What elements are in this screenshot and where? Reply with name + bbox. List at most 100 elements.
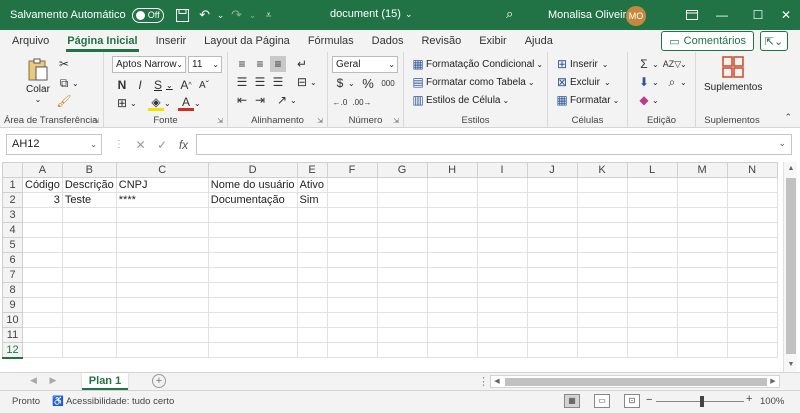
align-top-button[interactable]: ≡ bbox=[234, 56, 250, 72]
orientation-button[interactable]: ↗ ⌄ bbox=[274, 92, 297, 108]
enter-icon[interactable]: ✓ bbox=[157, 138, 167, 152]
expand-formula-icon[interactable]: ⌄ bbox=[778, 138, 786, 149]
cell[interactable] bbox=[726, 207, 778, 223]
cell[interactable] bbox=[61, 297, 117, 313]
cell[interactable] bbox=[61, 267, 117, 283]
cut-button[interactable]: ✂ bbox=[56, 56, 72, 72]
cell[interactable] bbox=[626, 267, 678, 283]
cell[interactable] bbox=[326, 177, 378, 193]
sheet-tab-plan1[interactable]: Plan 1 bbox=[82, 373, 128, 390]
cell[interactable] bbox=[22, 342, 63, 358]
italic-button[interactable]: I bbox=[132, 77, 148, 93]
tab-revisao[interactable]: Revisão bbox=[412, 30, 470, 52]
autosum-button[interactable]: Σ ⌄ bbox=[636, 56, 658, 72]
cell[interactable]: Ativo bbox=[296, 177, 328, 193]
cell[interactable]: CNPJ bbox=[115, 177, 209, 193]
cell[interactable] bbox=[626, 252, 678, 268]
cell[interactable] bbox=[296, 297, 328, 313]
customize-toolbar-icon[interactable]: ⩡ bbox=[258, 4, 280, 26]
cell[interactable] bbox=[726, 222, 778, 238]
cell[interactable] bbox=[296, 342, 328, 358]
cell[interactable] bbox=[326, 327, 378, 343]
more-options-icon[interactable]: ⋮ bbox=[478, 375, 489, 388]
cell[interactable] bbox=[296, 327, 328, 343]
zoom-slider-knob[interactable] bbox=[700, 396, 704, 407]
cell[interactable] bbox=[476, 312, 528, 328]
cell[interactable] bbox=[426, 237, 478, 253]
cell[interactable] bbox=[576, 312, 628, 328]
delete-cells-button[interactable]: ⊠ Excluir ⌄ bbox=[554, 74, 611, 90]
cell[interactable] bbox=[476, 282, 528, 298]
cell[interactable] bbox=[626, 237, 678, 253]
cell[interactable] bbox=[626, 327, 678, 343]
borders-button[interactable]: ⊞ ⌄ bbox=[114, 95, 137, 111]
cell[interactable] bbox=[726, 297, 778, 313]
cell[interactable] bbox=[376, 342, 428, 358]
cell[interactable] bbox=[326, 267, 378, 283]
insert-cells-button[interactable]: ⊞ Inserir ⌄ bbox=[554, 56, 609, 72]
dialog-launcher-icon[interactable]: ⇲ bbox=[393, 117, 399, 125]
row-header[interactable]: 2 bbox=[2, 192, 23, 208]
cell[interactable] bbox=[526, 252, 578, 268]
cell[interactable] bbox=[576, 177, 628, 193]
scroll-up-icon[interactable]: ▲ bbox=[784, 162, 798, 176]
cell[interactable] bbox=[626, 312, 678, 328]
cell[interactable] bbox=[115, 207, 209, 223]
cell[interactable] bbox=[676, 312, 728, 328]
cell[interactable] bbox=[526, 342, 578, 358]
cell[interactable] bbox=[22, 222, 63, 238]
search-icon[interactable]: ⌕ bbox=[506, 6, 513, 22]
cell[interactable] bbox=[115, 342, 209, 358]
cell[interactable] bbox=[726, 327, 778, 343]
cell[interactable] bbox=[526, 282, 578, 298]
cell[interactable] bbox=[326, 252, 378, 268]
cell[interactable] bbox=[726, 312, 778, 328]
cell[interactable] bbox=[676, 297, 728, 313]
cell[interactable] bbox=[376, 312, 428, 328]
cell[interactable] bbox=[426, 312, 478, 328]
font-name-select[interactable]: Aptos Narrow ⌄ bbox=[112, 56, 186, 73]
cell[interactable] bbox=[576, 207, 628, 223]
cell[interactable] bbox=[115, 267, 209, 283]
cell[interactable] bbox=[526, 267, 578, 283]
font-size-select[interactable]: 11 ⌄ bbox=[188, 56, 222, 73]
column-header-j[interactable]: J bbox=[526, 162, 578, 178]
zoom-slider[interactable] bbox=[656, 396, 744, 407]
cell[interactable] bbox=[326, 192, 378, 208]
cell[interactable] bbox=[326, 282, 378, 298]
cell[interactable] bbox=[426, 192, 478, 208]
cell[interactable]: Sim bbox=[296, 192, 328, 208]
cell[interactable] bbox=[476, 207, 528, 223]
tab-exibir[interactable]: Exibir bbox=[470, 30, 516, 52]
cell[interactable] bbox=[476, 327, 528, 343]
column-header-i[interactable]: I bbox=[476, 162, 528, 178]
cell[interactable] bbox=[376, 282, 428, 298]
tab-dados[interactable]: Dados bbox=[363, 30, 413, 52]
cell[interactable] bbox=[207, 267, 298, 283]
cell[interactable] bbox=[676, 282, 728, 298]
cell[interactable] bbox=[426, 222, 478, 238]
cell[interactable] bbox=[326, 237, 378, 253]
tab-arquivo[interactable]: Arquivo bbox=[0, 30, 58, 52]
cell[interactable] bbox=[207, 237, 298, 253]
clear-button[interactable]: ◆ ⌄ bbox=[636, 92, 658, 108]
row-header[interactable]: 10 bbox=[2, 312, 23, 328]
cell[interactable] bbox=[676, 222, 728, 238]
column-header-g[interactable]: G bbox=[376, 162, 428, 178]
cell[interactable] bbox=[626, 192, 678, 208]
cell[interactable] bbox=[676, 237, 728, 253]
cell[interactable] bbox=[626, 222, 678, 238]
zoom-out-icon[interactable]: − bbox=[646, 394, 652, 406]
bold-button[interactable]: N bbox=[114, 77, 130, 93]
cell[interactable] bbox=[476, 237, 528, 253]
cell[interactable] bbox=[61, 207, 117, 223]
column-header-b[interactable]: B bbox=[61, 162, 117, 178]
cell[interactable] bbox=[22, 297, 63, 313]
merge-center-button[interactable]: ⊟ ⌄ bbox=[294, 74, 317, 90]
align-right-button[interactable]: ☰ bbox=[270, 74, 286, 90]
conditional-formatting-button[interactable]: ▦ Formatação Condicional ⌄ bbox=[410, 56, 543, 72]
cell[interactable] bbox=[296, 222, 328, 238]
cell[interactable] bbox=[576, 252, 628, 268]
cell[interactable] bbox=[376, 192, 428, 208]
cell[interactable] bbox=[626, 207, 678, 223]
